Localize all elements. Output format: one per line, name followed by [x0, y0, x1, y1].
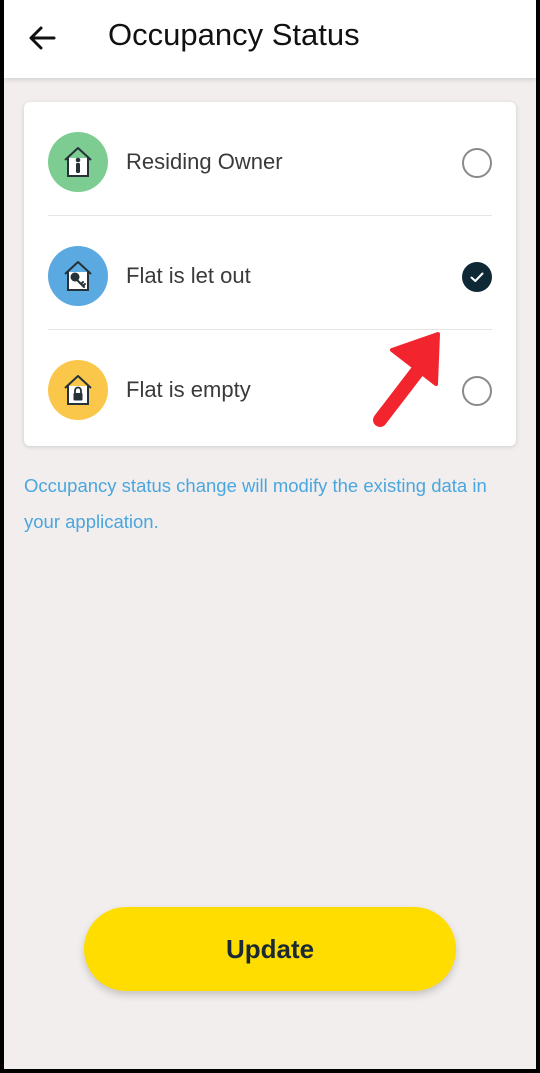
checkmark-icon	[470, 272, 484, 282]
house-key-icon	[48, 246, 108, 306]
update-button[interactable]: Update	[84, 907, 456, 991]
house-person-icon	[48, 132, 108, 192]
option-residing-owner[interactable]: Residing Owner	[24, 102, 516, 216]
app-screen: Occupancy Status Residing Owner Flat is …	[4, 0, 536, 1069]
option-label: Residing Owner	[126, 149, 283, 174]
option-flat-let-out[interactable]: Flat is let out	[24, 216, 516, 330]
arrow-left-icon	[29, 26, 56, 50]
option-label: Flat is empty	[126, 377, 251, 402]
option-label: Flat is let out	[126, 263, 251, 288]
info-note: Occupancy status change will modify the …	[24, 475, 487, 532]
page-title: Occupancy Status	[108, 17, 360, 52]
top-bar: Occupancy Status	[4, 0, 536, 78]
occupancy-options-card: Residing Owner Flat is let out Flat is e…	[24, 102, 516, 446]
radio-selected[interactable]	[462, 262, 492, 292]
back-button[interactable]	[24, 20, 60, 56]
radio-unselected[interactable]	[462, 376, 492, 406]
radio-unselected[interactable]	[462, 148, 492, 178]
house-lock-icon	[48, 360, 108, 420]
option-flat-empty[interactable]: Flat is empty	[24, 330, 516, 444]
